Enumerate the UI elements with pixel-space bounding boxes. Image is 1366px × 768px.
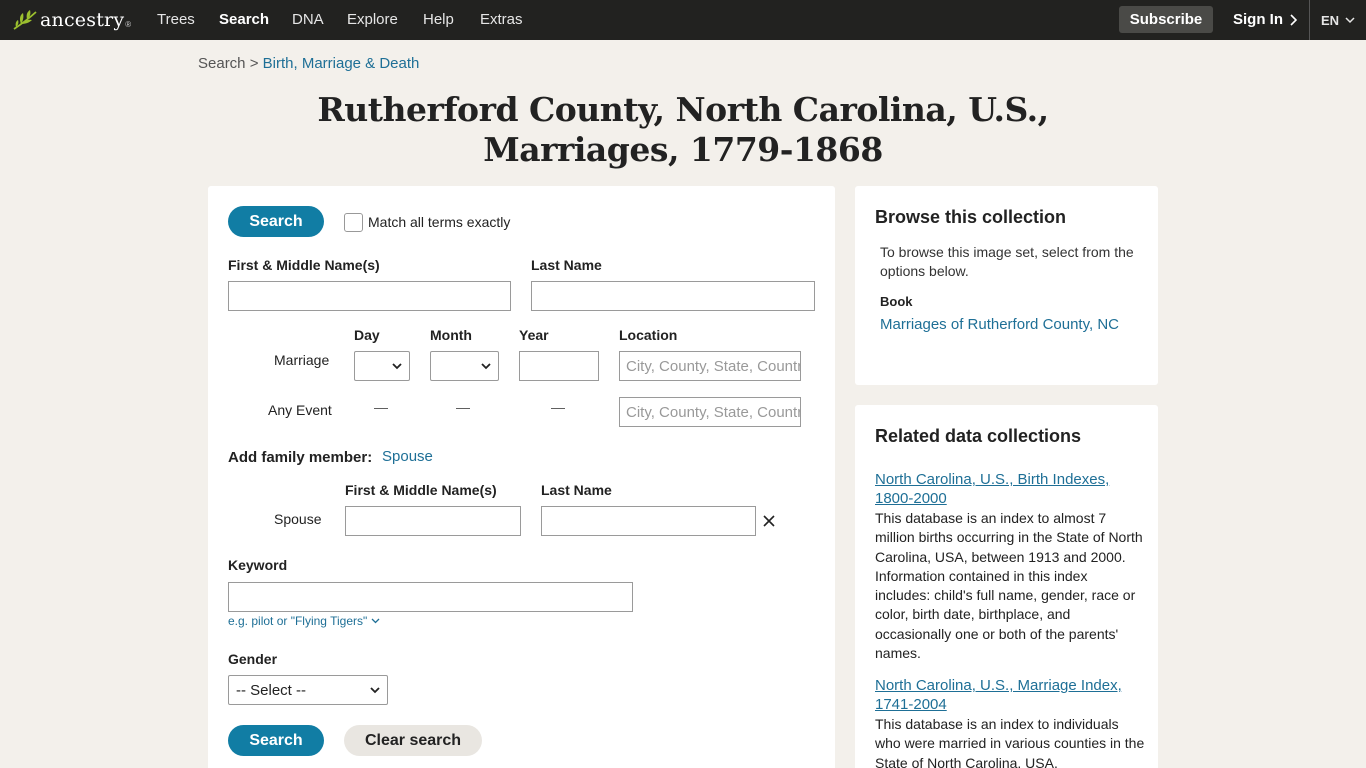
sign-in-label: Sign In: [1233, 11, 1283, 28]
related-item-link[interactable]: North Carolina, U.S., Marriage Index, 17…: [875, 676, 1145, 714]
browse-description: To browse this image set, select from th…: [880, 244, 1134, 279]
any-event-year-dash: —: [551, 399, 565, 415]
match-exact-label: Match all terms exactly: [368, 214, 511, 230]
top-navigation: ancestry ® Trees Search DNA Explore Help…: [0, 0, 1366, 40]
nav-extras[interactable]: Extras: [480, 11, 523, 28]
chevron-down-icon: [481, 362, 491, 369]
clear-search-button[interactable]: Clear search: [344, 725, 482, 756]
day-column-label: Day: [354, 327, 380, 343]
page-title-line1: Rutherford County, North Carolina, U.S.,: [317, 90, 1049, 129]
marriage-day-select[interactable]: [354, 351, 410, 381]
sign-in-link[interactable]: Sign In: [1233, 11, 1297, 28]
gender-select[interactable]: -- Select --: [228, 675, 388, 705]
close-icon[interactable]: [763, 515, 775, 527]
breadcrumb-root[interactable]: Search: [198, 55, 246, 72]
spouse-last-name-label: Last Name: [541, 482, 612, 498]
subscribe-button[interactable]: Subscribe: [1119, 6, 1213, 33]
breadcrumb: Search > Birth, Marriage & Death: [198, 55, 419, 72]
search-button[interactable]: Search: [228, 206, 324, 237]
any-event-row-label: Any Event: [268, 402, 332, 418]
add-family-label: Add family member:: [228, 449, 373, 466]
language-selector[interactable]: EN: [1321, 13, 1355, 28]
nav-help[interactable]: Help: [423, 11, 454, 28]
last-name-input[interactable]: [531, 281, 815, 311]
marriage-row-label: Marriage: [274, 352, 330, 368]
marriage-year-input[interactable]: [519, 351, 599, 381]
any-event-day-dash: —: [374, 399, 388, 415]
book-link[interactable]: Marriages of Rutherford County, NC: [880, 316, 1119, 333]
marriage-month-select[interactable]: [430, 351, 499, 381]
first-name-input[interactable]: [228, 281, 511, 311]
breadcrumb-current[interactable]: Birth, Marriage & Death: [263, 55, 420, 72]
keyword-input[interactable]: [228, 582, 633, 612]
nav-divider: [1309, 0, 1310, 40]
ancestry-logo[interactable]: ancestry ®: [12, 7, 131, 33]
nav-dna[interactable]: DNA: [292, 11, 324, 28]
location-column-label: Location: [619, 327, 678, 343]
bottom-search-button[interactable]: Search: [228, 725, 324, 756]
related-item-description: This database is an index to almost 7 mi…: [875, 510, 1143, 662]
chevron-down-icon: [392, 362, 402, 369]
related-item-description: This database is an index to individuals…: [875, 716, 1145, 768]
any-event-location-input[interactable]: City, County, State, Country: [619, 397, 801, 427]
marriage-location-input[interactable]: City, County, State, Country: [619, 351, 801, 381]
related-heading: Related data collections: [875, 426, 1082, 446]
add-spouse-link[interactable]: Spouse: [382, 448, 433, 465]
nav-trees[interactable]: Trees: [157, 11, 195, 28]
year-column-label: Year: [519, 327, 549, 343]
logo-text: ancestry: [40, 9, 125, 31]
related-collections-card: Related data collections North Carolina,…: [855, 405, 1158, 768]
chevron-down-icon: [1345, 17, 1355, 24]
month-column-label: Month: [430, 327, 472, 343]
gender-select-value: -- Select --: [236, 681, 307, 699]
logo-trademark: ®: [125, 19, 132, 29]
related-item-link[interactable]: North Carolina, U.S., Birth Indexes, 180…: [875, 470, 1145, 508]
keyword-hint[interactable]: e.g. pilot or "Flying Tigers": [228, 614, 380, 628]
spouse-first-name-input[interactable]: [345, 506, 521, 536]
page-title: Rutherford County, North Carolina, U.S.,…: [300, 90, 1066, 170]
leaf-logo-icon: [13, 10, 37, 30]
nav-search[interactable]: Search: [219, 11, 269, 28]
keyword-label: Keyword: [228, 557, 288, 573]
last-name-label: Last Name: [531, 257, 602, 273]
any-event-month-dash: —: [456, 399, 470, 415]
gender-label: Gender: [228, 651, 278, 667]
book-label: Book: [880, 294, 913, 309]
spouse-last-name-input[interactable]: [541, 506, 756, 536]
match-exact-checkbox[interactable]: [344, 213, 363, 232]
first-name-label: First & Middle Name(s): [228, 257, 380, 273]
chevron-down-icon: [371, 618, 380, 624]
chevron-right-icon: [1290, 13, 1297, 26]
search-form-card: Search Match all terms exactly First & M…: [208, 186, 835, 768]
language-label: EN: [1321, 13, 1340, 28]
spouse-first-name-label: First & Middle Name(s): [345, 482, 497, 498]
keyword-hint-text: e.g. pilot or "Flying Tigers": [228, 614, 368, 628]
browse-heading: Browse this collection: [875, 207, 1067, 227]
spouse-row-label: Spouse: [274, 511, 322, 527]
breadcrumb-separator: >: [249, 55, 259, 72]
nav-explore[interactable]: Explore: [347, 11, 398, 28]
chevron-down-icon: [370, 686, 380, 693]
page-title-line2: Marriages, 1779-1868: [483, 130, 883, 169]
browse-collection-card: Browse this collection To browse this im…: [855, 186, 1158, 385]
